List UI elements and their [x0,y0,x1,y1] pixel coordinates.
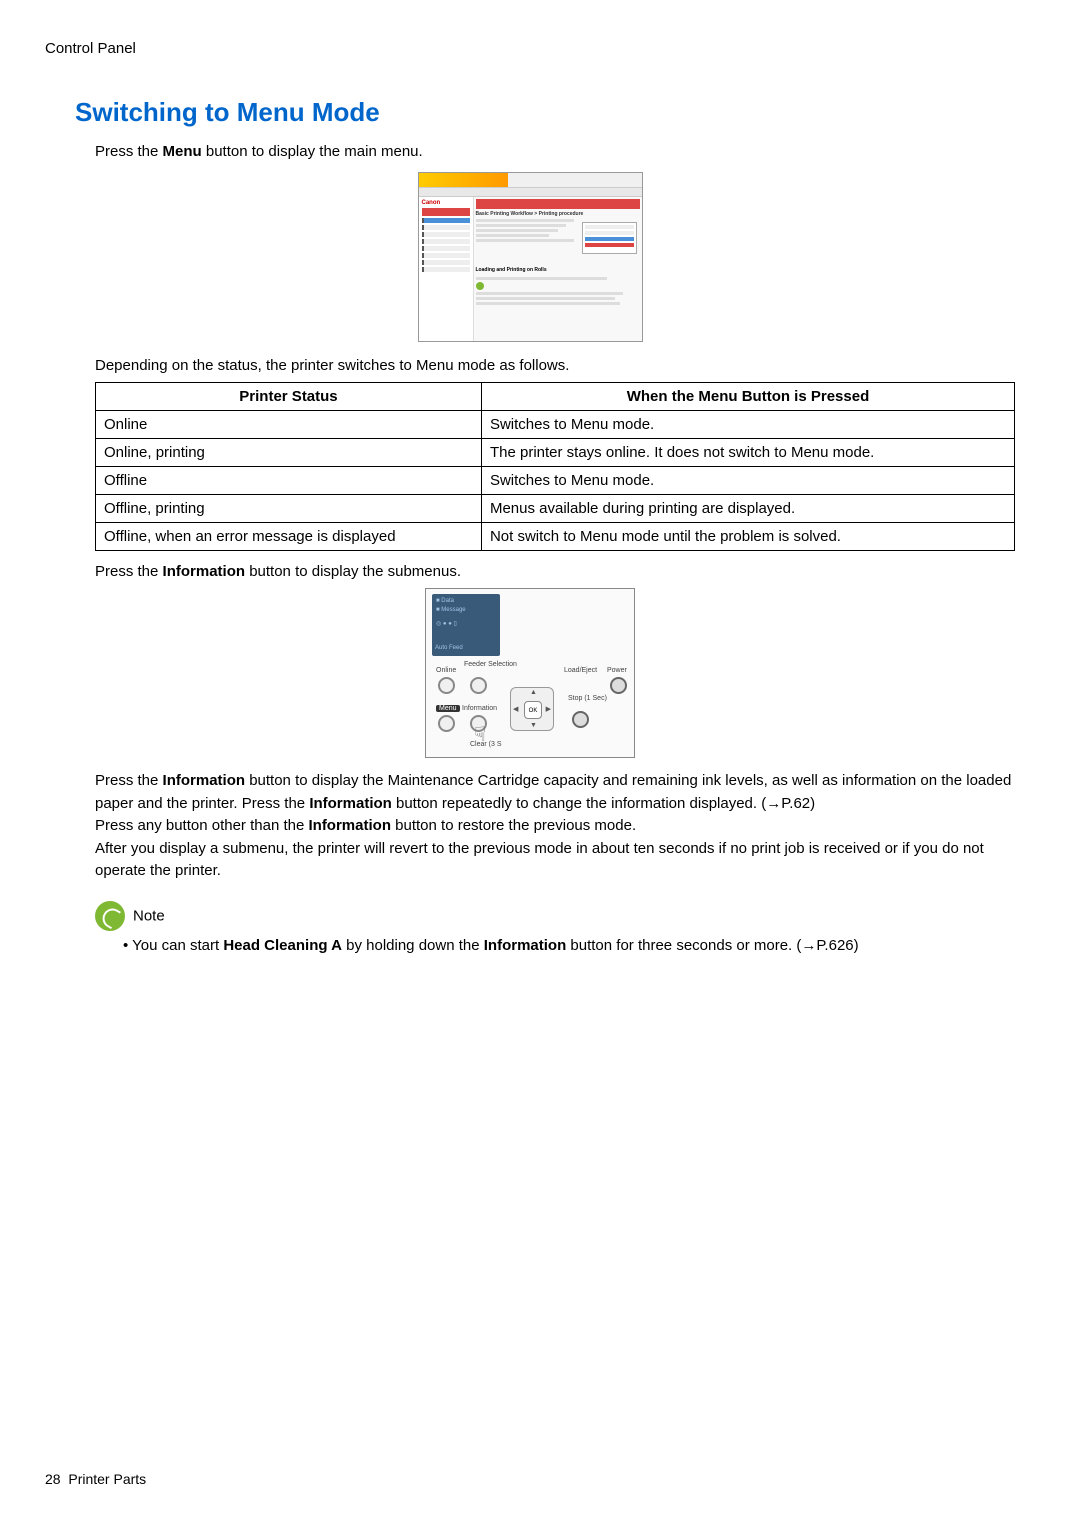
page-title: Switching to Menu Mode [75,97,1015,128]
after-table-text: Press the Information button to display … [95,563,1015,580]
menu-button [438,715,455,732]
table-row: Offline Switches to Menu mode. [96,467,1015,495]
intro-suffix: button to display the main menu. [202,143,423,160]
cell-action: Menus available during printing are disp… [481,495,1014,523]
feeder-label: Feeder Selection [464,661,499,668]
loadeject-label: Load/Eject [564,667,597,674]
status-table: Printer Status When the Menu Button is P… [95,382,1015,551]
table-row: Offline, printing Menus available during… [96,495,1015,523]
cell-status: Online, printing [96,439,482,467]
body-para-1: Press the Information button to display … [95,770,1015,815]
cell-action: Switches to Menu mode. [481,467,1014,495]
after-table-suffix: button to display the submenus. [245,563,461,580]
menu-label: Menu [436,705,460,712]
lcd-line: ■ Message [436,607,496,615]
browser-screenshot: Canon Basic Printing Workflow > Printing… [418,172,643,342]
footer: 28 Printer Parts [45,1471,146,1487]
information-label: Information [462,705,497,712]
note-label: Note [133,907,165,924]
ok-button: OK [524,701,542,719]
cell-action: Not switch to Menu mode until the proble… [481,523,1014,551]
footer-label: Printer Parts [68,1471,146,1487]
footer-page-number: 28 [45,1471,61,1487]
online-button [438,677,455,694]
cell-action: The printer stays online. It does not sw… [481,439,1014,467]
cell-status: Offline [96,467,482,495]
cell-status: Online [96,411,482,439]
cell-status: Offline, printing [96,495,482,523]
status-intro: Depending on the status, the printer swi… [95,357,1015,374]
body-para-2: Press any button other than the Informat… [95,815,1015,838]
note-item: You can start Head Cleaning A by holding… [123,937,1015,954]
lcd-screen: ■ Data ■ Message ◎ ● ● ▯ Auto Feed [432,594,500,656]
feeder-button [470,677,487,694]
stop-label: Stop (1 Sec) [568,695,596,702]
header-section-label: Control Panel [45,40,1015,57]
dpad: ▲ ▼ ◀ ▶ OK [510,687,554,731]
stop-button [572,711,589,728]
note-icon [95,901,125,931]
after-table-prefix: Press the [95,563,163,580]
lcd-autofeed: Auto Feed [435,645,463,653]
th-action: When the Menu Button is Pressed [481,383,1014,411]
intro-prefix: Press the [95,143,163,160]
note-section: Note You can start Head Cleaning A by ho… [95,901,1015,954]
control-panel-illustration: ■ Data ■ Message ◎ ● ● ▯ Auto Feed Onlin… [425,588,635,758]
cell-status: Offline, when an error message is displa… [96,523,482,551]
intro-text: Press the Menu button to display the mai… [95,143,1015,160]
after-table-bold: Information [163,563,246,580]
table-row: Online, printing The printer stays onlin… [96,439,1015,467]
table-row: Offline, when an error message is displa… [96,523,1015,551]
intro-bold: Menu [163,143,202,160]
power-button [610,677,627,694]
th-status: Printer Status [96,383,482,411]
clear-label: Clear (3 S [470,741,502,748]
cell-action: Switches to Menu mode. [481,411,1014,439]
online-label: Online [436,667,456,674]
power-label: Power [607,667,627,674]
lcd-line: ■ Data [436,598,496,606]
table-row: Online Switches to Menu mode. [96,411,1015,439]
body-para-3: After you display a submenu, the printer… [95,838,1015,883]
